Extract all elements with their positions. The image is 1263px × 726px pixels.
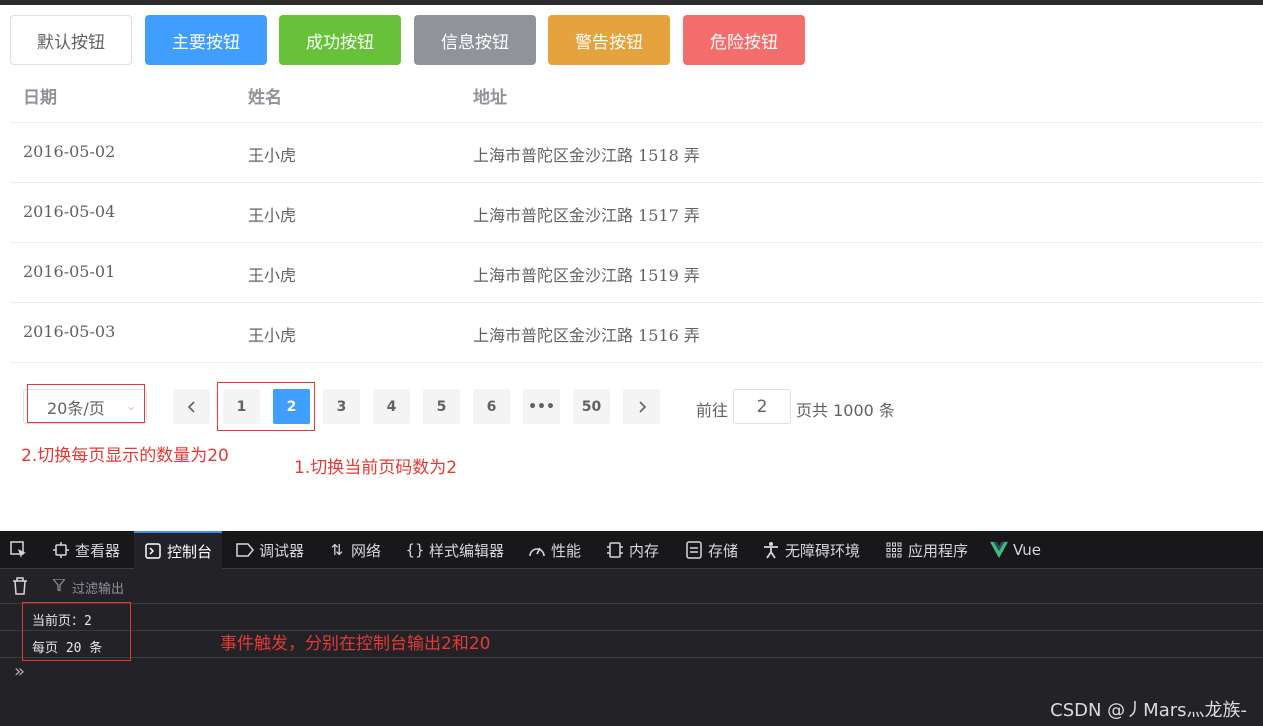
cell-date: 2016-05-01	[23, 262, 116, 281]
size-annotation: 2.切换每页显示的数量为20	[21, 446, 229, 466]
watermark: CSDN @丿Mars灬龙族-	[1050, 700, 1247, 721]
tab-label: Vue	[1013, 541, 1041, 559]
success-button[interactable]: 成功按钮	[279, 15, 401, 65]
cell-date: 2016-05-04	[23, 202, 116, 221]
trash-icon[interactable]	[11, 577, 29, 595]
tab-network[interactable]: ⇅ 网络	[328, 531, 381, 569]
tab-storage[interactable]: 存储	[685, 531, 738, 569]
table-row[interactable]: 2016-05-02 王小虎 上海市普陀区金沙江路 1518 弄	[10, 123, 1263, 183]
console-prompt-icon[interactable]: »	[14, 661, 25, 682]
page-number[interactable]: 4	[373, 389, 410, 424]
cell-date: 2016-05-02	[23, 142, 116, 161]
chevron-left-icon	[187, 400, 195, 413]
table-row[interactable]: 2016-05-03 王小虎 上海市普陀区金沙江路 1516 弄	[10, 303, 1263, 363]
tab-debugger[interactable]: 调试器	[236, 531, 304, 569]
size-highlight-box	[27, 384, 145, 423]
pagination-total-text: 页共 1000 条	[796, 397, 895, 421]
tab-performance[interactable]: 性能	[528, 531, 581, 569]
network-icon: ⇅	[330, 541, 344, 559]
performance-icon	[528, 541, 546, 559]
tab-label: 应用程序	[908, 541, 969, 560]
tab-label: 样式编辑器	[429, 541, 505, 560]
page-highlight-box	[217, 382, 315, 431]
cell-name: 王小虎	[248, 206, 297, 225]
filter-input[interactable]: 过滤输出	[72, 578, 124, 597]
memory-icon	[606, 541, 624, 559]
vue-icon	[990, 541, 1008, 559]
page-annotation: 1.切换当前页码数为2	[294, 458, 458, 478]
tab-label: 查看器	[75, 541, 121, 560]
danger-button[interactable]: 危险按钮	[683, 15, 805, 65]
tab-vue[interactable]: Vue	[990, 531, 1041, 569]
header-name[interactable]: 姓名	[248, 83, 282, 108]
filter-icon	[52, 578, 66, 592]
page-number[interactable]: 6	[473, 389, 510, 424]
application-icon	[885, 541, 903, 559]
cell-address: 上海市普陀区金沙江路 1516 弄	[473, 326, 700, 345]
goto-prefix: 前往	[696, 401, 729, 420]
style-editor-icon: {}	[405, 541, 425, 559]
goto-suffix: 页	[796, 401, 813, 420]
tab-accessibility[interactable]: 无障碍环境	[762, 531, 860, 569]
tab-memory[interactable]: 内存	[606, 531, 659, 569]
devtools-panel: 查看器 控制台 调试器 ⇅ 网络 {} 样式编辑器 性能 内存 存储 无障碍环境…	[0, 531, 1263, 726]
tab-label: 无障碍环境	[785, 541, 861, 560]
more-pages-button[interactable]: •••	[523, 389, 560, 424]
page-number[interactable]: 50	[573, 389, 610, 424]
accessibility-icon	[762, 541, 780, 559]
default-button[interactable]: 默认按钮	[10, 15, 132, 65]
prev-page-button[interactable]	[173, 389, 210, 424]
tab-style-editor[interactable]: {} 样式编辑器	[405, 531, 505, 569]
primary-button[interactable]: 主要按钮	[145, 15, 267, 65]
console-separator	[0, 630, 1263, 631]
data-table: 日期 姓名 地址 2016-05-02 王小虎 上海市普陀区金沙江路 1518 …	[10, 64, 1263, 363]
console-annotation: 事件触发，分别在控制台输出2和20	[220, 634, 491, 654]
cell-address: 上海市普陀区金沙江路 1519 弄	[473, 266, 700, 285]
table-row[interactable]: 2016-05-01 王小虎 上海市普陀区金沙江路 1519 弄	[10, 243, 1263, 303]
cell-name: 王小虎	[248, 146, 297, 165]
top-border	[0, 0, 1263, 5]
cell-address: 上海市普陀区金沙江路 1517 弄	[473, 206, 700, 225]
tab-label: 性能	[551, 541, 582, 560]
console-highlight-box	[22, 602, 131, 661]
cell-name: 王小虎	[248, 266, 297, 285]
element-picker-icon[interactable]	[10, 541, 28, 559]
tab-inspector[interactable]: 查看器	[52, 531, 120, 569]
tab-application[interactable]: 应用程序	[885, 531, 968, 569]
tab-label: 存储	[708, 541, 739, 560]
warning-button[interactable]: 警告按钮	[548, 15, 670, 65]
table-header: 日期 姓名 地址	[10, 64, 1263, 123]
console-filter-bar: 过滤输出	[0, 569, 1263, 604]
next-page-button[interactable]	[623, 389, 660, 424]
console-separator	[0, 657, 1263, 658]
debugger-icon	[236, 541, 254, 559]
chevron-right-icon	[638, 400, 646, 413]
goto-page-input[interactable]: 2	[733, 389, 791, 424]
tab-label: 控制台	[167, 542, 213, 561]
devtools-toolbar: 查看器 控制台 调试器 ⇅ 网络 {} 样式编辑器 性能 内存 存储 无障碍环境…	[0, 531, 1263, 569]
inspector-icon	[52, 541, 70, 559]
tab-console[interactable]: 控制台	[134, 531, 223, 569]
tab-label: 调试器	[259, 541, 305, 560]
cell-name: 王小虎	[248, 326, 297, 345]
tab-label: 内存	[629, 541, 660, 560]
cell-date: 2016-05-03	[23, 322, 116, 341]
table-row[interactable]: 2016-05-04 王小虎 上海市普陀区金沙江路 1517 弄	[10, 183, 1263, 243]
console-icon	[144, 542, 162, 560]
header-date[interactable]: 日期	[23, 83, 57, 108]
page-number[interactable]: 5	[423, 389, 460, 424]
cell-address: 上海市普陀区金沙江路 1518 弄	[473, 146, 700, 165]
storage-icon	[685, 541, 703, 559]
tab-label: 网络	[351, 541, 382, 560]
page-number[interactable]: 3	[323, 389, 360, 424]
info-button[interactable]: 信息按钮	[414, 15, 536, 65]
total-count: 共 1000 条	[812, 401, 895, 420]
header-address[interactable]: 地址	[473, 83, 507, 108]
